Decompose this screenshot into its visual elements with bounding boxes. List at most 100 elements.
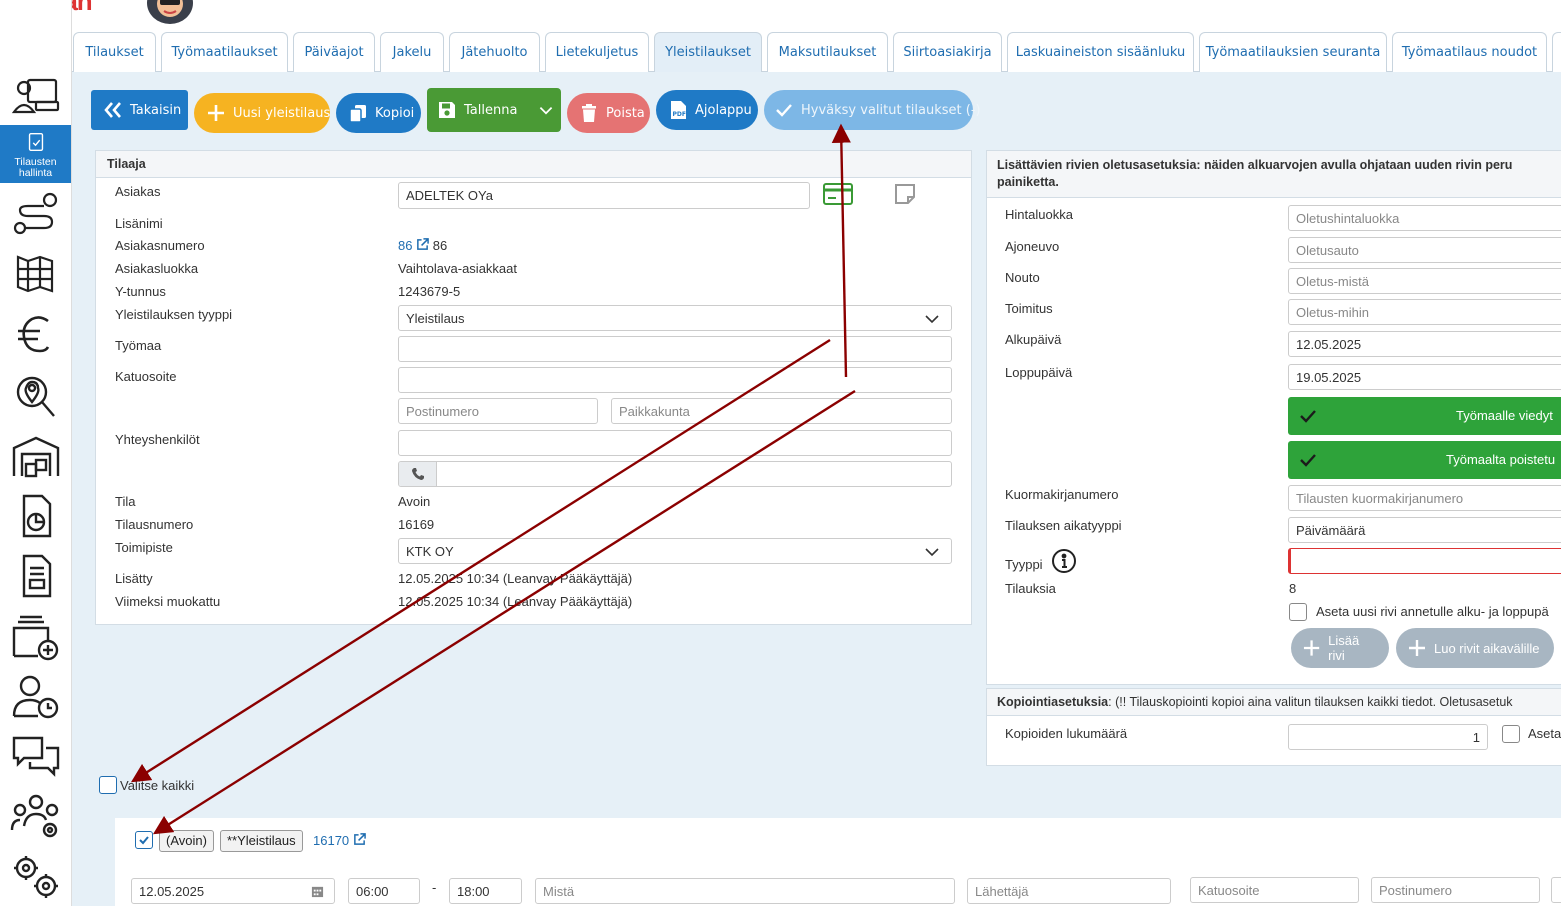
kind-select[interactable] xyxy=(1288,548,1561,574)
delivery-input[interactable]: Oletus-mihin xyxy=(1288,299,1561,325)
select-all-checkbox[interactable] xyxy=(99,776,117,794)
add-row-button[interactable]: Lisää rivi xyxy=(1291,628,1389,668)
copy-button[interactable]: Kopioi xyxy=(336,93,421,133)
time-from-input[interactable]: 06:00 xyxy=(348,878,420,904)
state-value: Avoin xyxy=(398,494,431,509)
plus-icon xyxy=(1303,640,1320,656)
city-input[interactable]: Paikkakunta xyxy=(611,398,952,424)
order-number-link[interactable]: 16170 xyxy=(313,833,349,848)
waybill-input[interactable]: Tilausten kuormakirjanumero xyxy=(1288,485,1561,511)
pickup-input[interactable]: Oletus-mistä xyxy=(1288,268,1561,294)
customer-input[interactable]: ADELTEK OYa xyxy=(398,182,810,209)
end-date-input[interactable]: 19.05.2025 xyxy=(1288,364,1561,390)
order-type-select[interactable]: Yleistilaus xyxy=(398,305,952,331)
euro-icon[interactable] xyxy=(6,307,66,363)
office-select[interactable]: KTK OY xyxy=(398,538,952,564)
time-to-input[interactable]: 18:00 xyxy=(449,878,522,904)
sidebar: Tilausten hallinta xyxy=(0,0,72,906)
contacts-input[interactable] xyxy=(398,430,952,456)
tab-jakelu[interactable]: Jakelu xyxy=(380,32,444,72)
orders-count-label: Tilauksia xyxy=(1005,581,1056,596)
price-class-label: Hintaluokka xyxy=(1005,207,1073,222)
add-folder-icon[interactable] xyxy=(6,610,66,666)
tab-paivaajot[interactable]: Päiväajot xyxy=(293,32,375,72)
tab-siirtoasiakirja[interactable]: Siirtoasiakirja xyxy=(893,32,1002,72)
back-button[interactable]: Takaisin xyxy=(91,90,188,130)
user-clock-icon[interactable] xyxy=(6,668,66,724)
tab-jatehuolto[interactable]: Jätehuolto xyxy=(449,32,540,72)
dashboard-icon[interactable] xyxy=(6,68,66,124)
user-avatar[interactable] xyxy=(147,0,193,24)
chevron-down-icon[interactable] xyxy=(538,100,554,120)
sender-input[interactable]: Lähettäjä xyxy=(967,878,1171,904)
postal-input[interactable]: Postinumero xyxy=(398,398,598,424)
street-input[interactable] xyxy=(398,367,952,393)
runsheet-button[interactable]: PDF Ajolappu xyxy=(656,90,758,130)
tab-lietekuljetus[interactable]: Lietekuljetus xyxy=(545,32,649,72)
copy-count-input[interactable]: 1 xyxy=(1288,724,1488,750)
row-postal-input[interactable]: Postinumero xyxy=(1371,877,1540,903)
tab-maksutilaukset[interactable]: Maksutilaukset xyxy=(767,32,888,72)
modified-label: Viimeksi muokattu xyxy=(115,594,221,609)
from-input[interactable]: Mistä xyxy=(535,878,955,904)
custno-link[interactable]: 86 xyxy=(398,238,412,253)
removed-toggle[interactable]: Työmaalta poistetu xyxy=(1288,441,1561,479)
warehouse-icon[interactable] xyxy=(6,428,66,484)
save-button[interactable]: Tallenna xyxy=(427,88,561,132)
external-link-icon[interactable] xyxy=(416,238,429,251)
settings-icon[interactable] xyxy=(6,848,66,904)
delete-button[interactable]: Poista xyxy=(567,93,650,133)
note-icon[interactable] xyxy=(893,182,917,206)
tab-noudot[interactable]: Työmaatilaus noudot xyxy=(1392,32,1547,72)
search-location-icon[interactable] xyxy=(6,368,66,424)
document-icon[interactable] xyxy=(6,548,66,604)
credit-card-icon[interactable] xyxy=(822,182,854,206)
external-link-icon[interactable] xyxy=(353,833,366,846)
row-overflow-input[interactable] xyxy=(1551,877,1561,903)
site-input[interactable] xyxy=(398,336,952,362)
copy-settings-title: Kopiointiasetuksia: (!! Tilauskopiointi … xyxy=(987,689,1561,716)
order-status-tag: (Avoin) xyxy=(159,830,214,852)
users-settings-icon[interactable] xyxy=(6,788,66,844)
start-date-input[interactable]: 12.05.2025 xyxy=(1288,331,1561,357)
tab-tilaukset[interactable]: Tilaukset xyxy=(73,32,156,72)
orderno-value: 16169 xyxy=(398,517,435,532)
price-class-input[interactable]: Oletushintaluokka xyxy=(1288,205,1561,231)
calendar-icon[interactable] xyxy=(311,885,324,898)
tab-seuranta[interactable]: Työmaatilauksien seuranta xyxy=(1199,32,1387,72)
check-icon xyxy=(1300,454,1316,467)
time-type-select[interactable]: Päivämäärä xyxy=(1288,517,1561,543)
create-rows-button[interactable]: Luo rivit aikavälille xyxy=(1396,628,1554,668)
select-all-label: Valitse kaikki xyxy=(120,778,195,793)
sidebar-item-order-management[interactable]: Tilausten hallinta xyxy=(0,125,71,183)
tab-overflow[interactable] xyxy=(1552,32,1561,72)
chat-icon[interactable] xyxy=(6,728,66,784)
tab-yleistilaukset[interactable]: Yleistilaukset xyxy=(654,32,762,72)
row-street-input[interactable]: Katuosoite xyxy=(1190,877,1359,903)
tab-tyomaatilaukset[interactable]: Työmaatilaukset xyxy=(161,32,288,72)
approve-selected-button[interactable]: Hyväksy valitut tilaukset (-) xyxy=(764,90,981,130)
phone-field[interactable] xyxy=(398,461,952,487)
modified-value: 12.05.2025 10:34 (Leanvay Pääkäyttäjä) xyxy=(398,594,633,609)
pickup-label: Nouto xyxy=(1005,270,1040,285)
order-row-checkbox[interactable] xyxy=(135,831,153,849)
delivered-toggle[interactable]: Työmaalle viedyt xyxy=(1288,397,1561,435)
map-icon[interactable] xyxy=(6,245,66,301)
order-type-tag: **Yleistilaus xyxy=(220,830,303,852)
check-icon xyxy=(1300,410,1316,423)
route-icon[interactable] xyxy=(6,186,66,242)
copy-set-checkbox[interactable] xyxy=(1502,725,1520,743)
new-order-button[interactable]: Uusi yleistilaus xyxy=(194,93,330,133)
info-icon[interactable] xyxy=(1051,548,1077,574)
copy-set-label: Aseta xyxy=(1528,726,1561,741)
set-row-label: Aseta uusi rivi annetulle alku- ja loppu… xyxy=(1316,604,1549,619)
pdf-icon: PDF xyxy=(671,101,686,119)
chevron-down-icon xyxy=(925,315,939,324)
tab-laskuaineisto[interactable]: Laskuaineiston sisäänluku xyxy=(1007,32,1194,72)
save-icon xyxy=(439,102,455,118)
vehicle-input[interactable]: Oletusauto xyxy=(1288,237,1561,263)
set-row-checkbox[interactable] xyxy=(1289,603,1307,621)
order-date-input[interactable]: 12.05.2025 xyxy=(131,878,335,904)
report-chart-icon[interactable] xyxy=(6,488,66,544)
double-chevron-left-icon xyxy=(104,102,121,118)
